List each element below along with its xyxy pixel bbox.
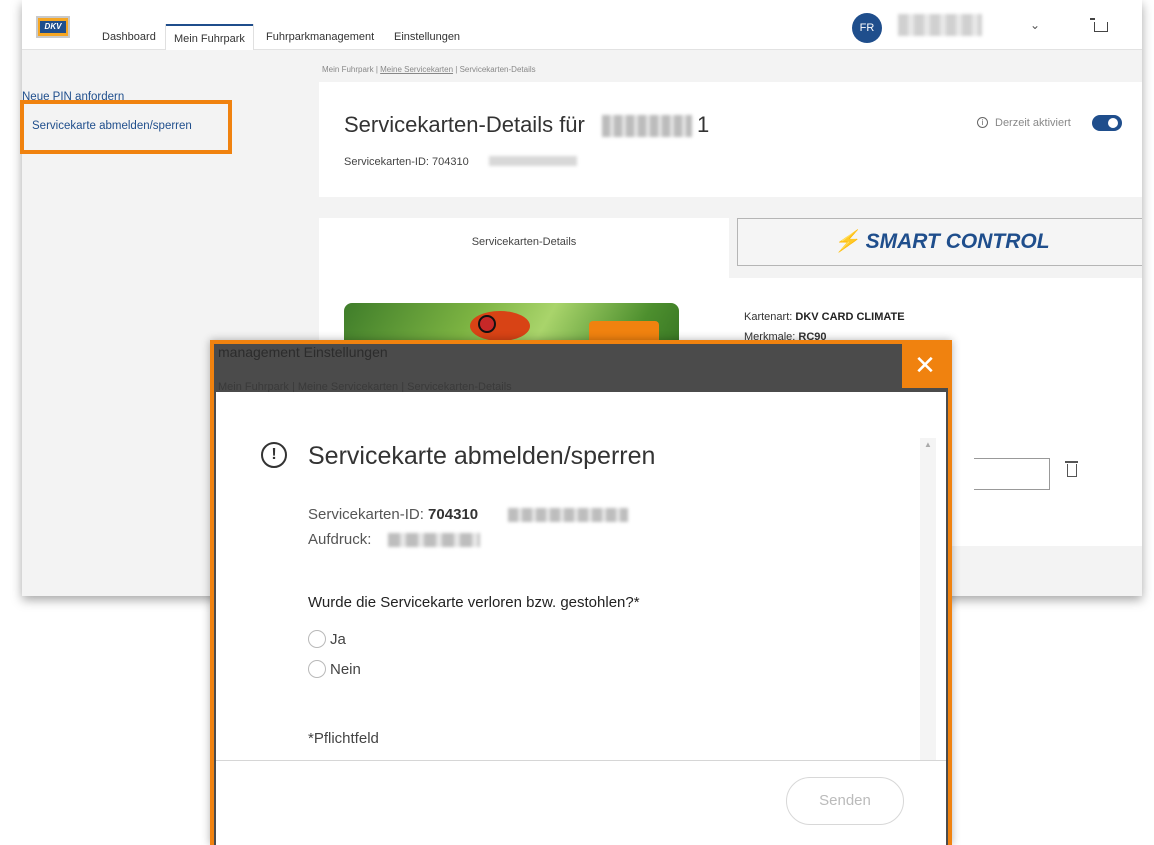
trash-icon[interactable] <box>1065 461 1078 477</box>
dialog-panel: ▲ ! Servicekarte abmelden/sperren Servic… <box>216 392 946 845</box>
modal-ghost-nav: management Einstellungen <box>218 344 388 360</box>
radio-label: Ja <box>330 630 346 648</box>
tab-servicekarten-details[interactable]: Servicekarten-Details <box>319 218 729 278</box>
page-title-suffix: 1 <box>697 112 710 137</box>
status-label: Derzeit aktiviert <box>995 117 1071 129</box>
top-navigation-bar: DKV Dashboard Mein Fuhrpark Fuhrparkmana… <box>22 0 1142 50</box>
radio-circle[interactable] <box>308 660 326 678</box>
dialog-id-value: 704310 <box>428 506 479 523</box>
breadcrumb-separator: | <box>455 65 458 74</box>
breadcrumb-root[interactable]: Mein Fuhrpark <box>322 65 374 74</box>
page-title: Servicekarten-Details für <box>344 112 585 138</box>
tab-einstellungen[interactable]: Einstellungen <box>386 24 468 50</box>
dialog-footer: Senden <box>216 760 946 845</box>
tab-dashboard[interactable]: Dashboard <box>94 24 164 50</box>
breadcrumb: Mein Fuhrpark | Meine Servicekarten | Se… <box>322 65 536 74</box>
tab-smart-control[interactable]: ⚡ SMART CONTROL <box>737 218 1142 266</box>
radio-circle[interactable] <box>308 630 326 648</box>
scroll-up-icon[interactable]: ▲ <box>924 440 932 449</box>
background-input-field[interactable] <box>974 458 1050 490</box>
tab-fuhrparkmanagement[interactable]: Fuhrparkmanagement <box>258 24 382 50</box>
page-title-text: Servicekarten-Details für <box>344 112 585 137</box>
required-field-note: *Pflichtfeld <box>308 730 379 747</box>
servicecard-id: Servicekarten-ID: 704310 <box>344 156 469 168</box>
dialog-servicecard-id: Servicekarten-ID: 704310 <box>308 506 478 523</box>
lost-stolen-question: Wurde die Servicekarte verloren bzw. ges… <box>308 594 640 611</box>
dialog-title: Servicekarte abmelden/sperren <box>308 442 656 470</box>
breadcrumb-separator: | <box>375 65 378 74</box>
dkv-logo-text: DKV <box>40 21 66 33</box>
close-button[interactable]: ✕ <box>902 344 948 388</box>
radio-option-nein[interactable]: Nein <box>308 659 361 679</box>
kartenart-value: DKV CARD CLIMATE <box>795 311 905 323</box>
chevron-down-icon[interactable]: ⌄ <box>1030 18 1040 32</box>
close-icon: ✕ <box>914 350 936 380</box>
dialog-id-redacted <box>508 508 628 522</box>
highlight-annotation-box <box>20 100 232 154</box>
kartenart-label: Kartenart: <box>744 311 793 323</box>
radio-option-ja[interactable]: Ja <box>308 629 346 649</box>
warning-icon: ! <box>261 442 287 468</box>
servicecard-id-redacted <box>489 156 577 166</box>
breadcrumb-current: Servicekarten-Details <box>459 65 536 74</box>
dialog-id-label: Servicekarten-ID: <box>308 506 424 523</box>
dialog-aufdruck: Aufdruck: <box>308 531 371 548</box>
lightning-bolt-icon: ⚡ <box>833 230 860 253</box>
activation-toggle[interactable] <box>1092 115 1122 131</box>
breadcrumb-meine-servicekarten[interactable]: Meine Servicekarten <box>380 65 453 74</box>
smart-control-label: SMART CONTROL <box>865 230 1050 253</box>
cart-icon[interactable] <box>1090 18 1108 32</box>
user-name-redacted <box>898 14 982 36</box>
dkv-logo[interactable]: DKV <box>36 16 70 38</box>
frog-illustration <box>470 311 530 341</box>
modal-window: management Einstellungen Mein Fuhrpark |… <box>210 340 952 845</box>
kartenart-row: Kartenart: DKV CARD CLIMATE <box>744 311 905 323</box>
details-header-card: Servicekarten-Details für 1 Servicekarte… <box>319 82 1142 197</box>
dialog-scrollbar[interactable]: ▲ <box>920 438 936 760</box>
dialog-aufdruck-redacted <box>388 533 480 547</box>
dialog-aufdruck-label: Aufdruck: <box>308 531 372 548</box>
tab-mein-fuhrpark[interactable]: Mein Fuhrpark <box>166 24 253 50</box>
radio-label: Nein <box>330 660 361 678</box>
info-icon: i <box>977 117 988 128</box>
send-button[interactable]: Senden <box>786 777 904 825</box>
user-avatar[interactable]: FR <box>852 13 882 43</box>
title-name-redacted <box>602 115 692 137</box>
